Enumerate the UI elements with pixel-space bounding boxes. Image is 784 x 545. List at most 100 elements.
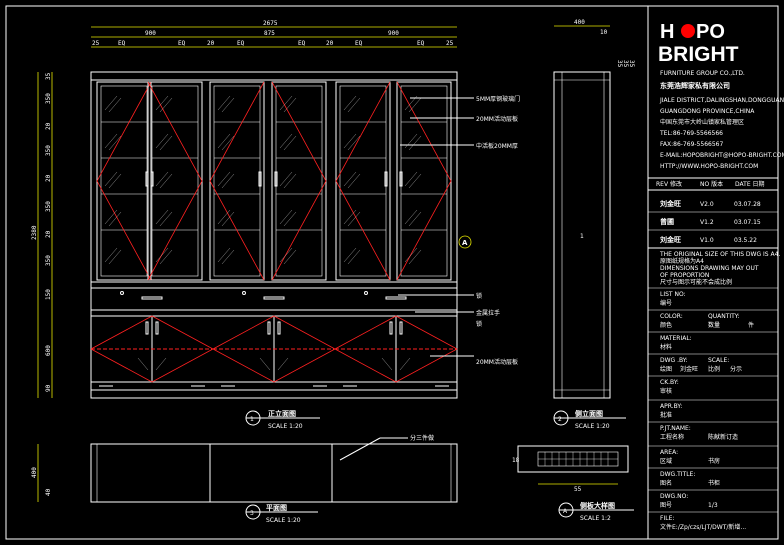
field-text: 书房	[708, 457, 720, 465]
note-line: THE ORIGINAL SIZE OF THIS DWG IS A4.	[659, 251, 780, 258]
hatch	[381, 357, 393, 371]
glass-hatch	[404, 133, 418, 149]
note-line: 原图纸规格为A4	[660, 257, 704, 265]
field-text: DWG .BY:	[660, 357, 688, 364]
dim-left-6: 350	[45, 201, 52, 212]
drawer-handle	[263, 296, 285, 300]
field-text: 图名	[660, 479, 672, 487]
glass-hatch	[404, 247, 418, 263]
view-a-scale: SCALE 1:2	[580, 515, 611, 522]
notes: THE ORIGINAL SIZE OF THIS DWG IS A4.原图纸规…	[659, 251, 780, 286]
plan-outline	[90, 443, 458, 503]
view-1-number: 1	[250, 416, 254, 423]
rev-version: V1.0	[700, 237, 714, 244]
field-text: 刘金旺	[680, 365, 698, 373]
glass-hatch	[347, 249, 361, 265]
rev-version: V2.0	[700, 201, 714, 208]
field-text: 图号	[660, 502, 672, 509]
dim-left-0: 35	[45, 72, 52, 80]
front-annotations: 5MM厚钢玻璃门 20MM活动层板 中活板20MM厚 锁 金属拉手 锁 20MM…	[398, 95, 520, 366]
view-1-title: 正立面图	[268, 409, 296, 418]
dim-top-9: 25	[446, 40, 454, 47]
door-glass	[400, 85, 448, 277]
glass-hatch	[155, 209, 169, 225]
dim-sec3: 900	[388, 30, 399, 37]
glass-hatch	[408, 135, 422, 151]
dim-left-2: 350	[45, 93, 52, 104]
field-text: DWG.NO:	[660, 493, 688, 500]
view-1-scale: SCALE 1:20	[268, 423, 303, 430]
hatch	[399, 357, 411, 371]
plan-dim-depth: 400	[31, 467, 38, 478]
note-line: DIMENSIONS DRAWING MAY OUT	[660, 265, 759, 272]
title-block: H PO BRIGHT FURNITURE GROUP CO.,LTD. 东莞浩…	[648, 21, 784, 531]
side-elevation: 400 10 1 35 35 35 2 侧立面图 SCALE 1:20	[553, 19, 635, 430]
glass-hatch	[108, 173, 122, 189]
hatch	[259, 357, 271, 371]
drawer-lock	[364, 291, 368, 295]
dim-left-4: 350	[45, 145, 52, 156]
company-info-line: HTTP://WWW.HOPO-BRIGHT.COM	[660, 163, 758, 170]
glass-hatch	[343, 95, 357, 111]
glass-hatch	[404, 171, 418, 187]
side-dim-depth: 400	[574, 19, 585, 26]
plan-note: 分三件做	[410, 434, 434, 442]
dim-left-8: 350	[45, 255, 52, 266]
dim-left-10: 150	[45, 289, 52, 300]
side-center-mark: 1	[580, 233, 584, 240]
glass-hatch	[155, 247, 169, 263]
glass-hatch	[404, 209, 418, 225]
glass-hatch	[343, 133, 357, 149]
field-text: 陈献新订造	[708, 433, 738, 441]
glass-hatch	[283, 173, 297, 189]
field-text: 编号	[660, 299, 672, 307]
field-text: QUANTITY:	[708, 313, 740, 320]
glass-hatch	[104, 95, 118, 111]
cabinet-handle	[389, 321, 393, 335]
glass-hatch	[408, 211, 422, 227]
rev-date: 03.5.22	[734, 237, 757, 244]
cabinet-handle	[267, 321, 271, 335]
company-info-line: FAX:86-769-5566567	[660, 141, 723, 148]
rev-author: 刘金旺	[660, 199, 681, 208]
field-text: 件	[748, 321, 754, 329]
note-line: OF PROPORTION	[660, 272, 709, 279]
field-text: COLOR:	[660, 313, 683, 320]
glass-hatch	[217, 171, 231, 187]
view-a-title: 侧板大样图	[580, 501, 615, 510]
glass-hatch	[279, 247, 293, 263]
glass-hatch	[221, 173, 235, 189]
field-text: 1/3	[708, 502, 718, 509]
view-3-title: 平面图	[266, 503, 287, 512]
door-swing-mark	[335, 81, 391, 281]
side-dim-right-0: 35	[616, 60, 623, 68]
glass-hatch	[408, 249, 422, 265]
door-glass	[339, 85, 387, 277]
company-info: JIALE DISTRICT,DALINGSHAN,DONGGUAN GUANGD…	[659, 97, 784, 170]
field-text: 书柜	[708, 479, 720, 487]
field-text: LIST NO:	[660, 291, 686, 298]
field-text: 审核	[660, 387, 672, 395]
glass-door-5	[335, 81, 391, 281]
side-dim-10: 10	[600, 29, 608, 36]
view-2-number: 2	[558, 416, 562, 423]
field-text: DWG.TITLE:	[660, 471, 695, 478]
glass-hatch	[217, 247, 231, 263]
dim-top-6: 20	[326, 40, 334, 47]
revision-rows: 刘金旺 V2.0 03.07.28 曾圃 V1.2 03.07.15 刘金旺 V1.0 03.5…	[648, 199, 778, 249]
front-top-dimensions: 2675 900 875 900 25 EQ EQ 20 EQ EQ 20 EQ…	[91, 20, 457, 48]
glass-hatch	[343, 209, 357, 225]
dim-top-3: 20	[207, 40, 215, 47]
field-text: 数量	[708, 321, 720, 329]
field-text: 工程名称	[660, 433, 684, 441]
hatch	[155, 357, 167, 371]
dim-height: 2380	[31, 225, 38, 240]
field-text: 区域	[660, 457, 672, 465]
rev-header-1: NO 版本	[700, 180, 723, 188]
glass-hatch	[159, 135, 173, 151]
glass-hatch	[283, 97, 297, 113]
glass-hatch	[279, 133, 293, 149]
rev-header-0: REV 修改	[656, 180, 682, 188]
glass-hatch	[347, 173, 361, 189]
dim-left-12: 600	[45, 345, 52, 356]
